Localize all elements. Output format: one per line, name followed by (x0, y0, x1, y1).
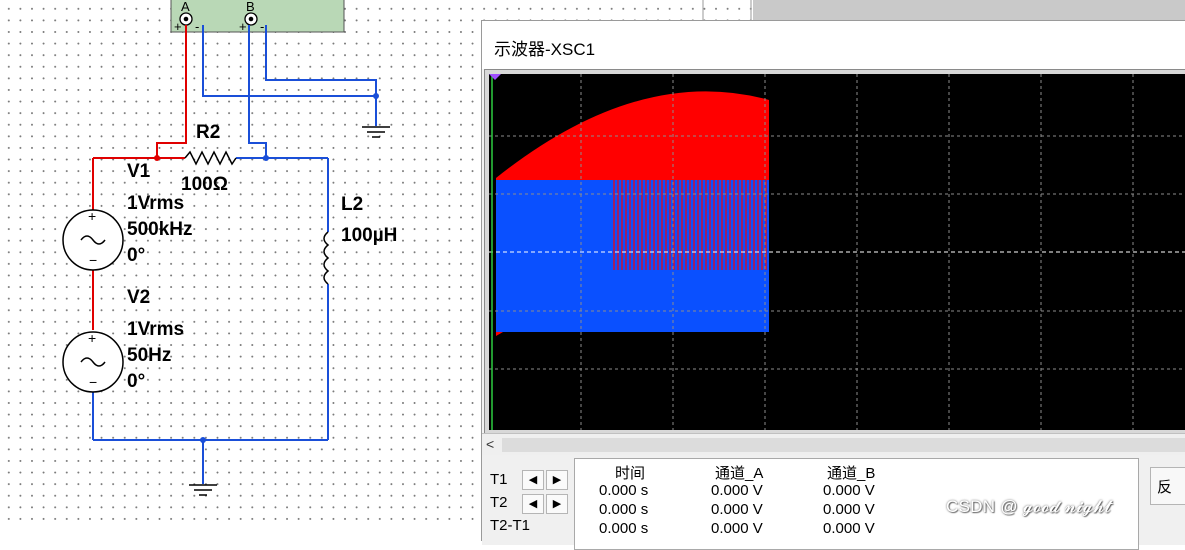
window-title: 示波器-XSC1 (494, 40, 596, 59)
header-time: 时间 (615, 465, 646, 482)
l2-name: L2 (341, 194, 363, 215)
t1-left-arrow-button[interactable]: ◀ (522, 470, 544, 490)
reverse-button-label: 反 (1157, 479, 1173, 496)
l2-value: 100µH (341, 225, 397, 246)
scope-display-frame (484, 69, 1185, 435)
v1-amplitude: 1Vrms (127, 193, 184, 214)
probe-b-plus: + (239, 19, 247, 34)
r2-name: R2 (196, 122, 220, 143)
window-titlebar[interactable]: 示波器-XSC1 (482, 21, 1185, 69)
oscilloscope-window[interactable]: 示波器-XSC1 < T1 T2 T2-T1 ◀ ▶ ◀ ▶ 时间 通道_A 通… (481, 20, 1185, 550)
svg-text:−: − (89, 374, 97, 390)
ground-icon (189, 484, 217, 496)
scope-screen[interactable] (489, 74, 1185, 430)
header-channel-a: 通道_A (715, 465, 764, 482)
cursor-t2-label: T2 (490, 494, 508, 511)
resistor-r2[interactable]: R2 100Ω (181, 122, 237, 195)
v1-phase: 0° (127, 245, 145, 266)
probe-a-label: A (181, 0, 190, 14)
scroll-left-arrow-icon[interactable]: < (486, 436, 494, 452)
svg-text:−: − (89, 252, 97, 268)
inductor-l2[interactable]: L2 100µH (323, 194, 397, 285)
v2-frequency: 50Hz (127, 345, 171, 366)
background-window (753, 0, 1185, 20)
t2-right-arrow-button[interactable]: ▶ (546, 494, 568, 514)
probe-a-plus: + (174, 19, 182, 34)
v1-frequency: 500kHz (127, 219, 193, 240)
r2-value: 100Ω (181, 174, 228, 195)
header-channel-b: 通道_B (827, 465, 876, 482)
delta-channel-a: 0.000 V (711, 520, 763, 537)
v1-name: V1 (127, 161, 151, 182)
ac-source-v1[interactable]: + − V1 1Vrms 500kHz 0° (62, 161, 193, 271)
probe-a-minus: - (195, 19, 199, 34)
svg-text:+: + (88, 208, 96, 224)
scrollbar-track[interactable] (502, 438, 1185, 452)
t2-left-arrow-button[interactable]: ◀ (522, 494, 544, 514)
delta-channel-b: 0.000 V (823, 520, 875, 537)
oscilloscope-instrument-symbol[interactable]: A B + - + - (170, 0, 345, 34)
reverse-button[interactable]: 反 (1150, 467, 1185, 505)
t1-time: 0.000 s (599, 482, 649, 499)
svg-text:+: + (88, 330, 96, 346)
ac-source-v2[interactable]: + − V2 1Vrms 50Hz 0° (62, 287, 184, 393)
delta-time: 0.000 s (599, 520, 649, 537)
v2-amplitude: 1Vrms (127, 319, 184, 340)
cursor-t1-label: T1 (490, 471, 508, 488)
t1-channel-b: 0.000 V (823, 482, 875, 499)
t1-right-arrow-button[interactable]: ▶ (546, 470, 568, 490)
probe-b-minus: - (260, 19, 264, 34)
v2-phase: 0° (127, 371, 145, 392)
horizontal-scrollbar[interactable]: < (482, 433, 1185, 456)
channel-b-trace (496, 180, 769, 332)
cursor-delta-label: T2-T1 (490, 517, 531, 534)
t1-channel-a: 0.000 V (711, 482, 763, 499)
t2-channel-b: 0.000 V (823, 501, 875, 518)
t2-time: 0.000 s (599, 501, 649, 518)
t2-channel-a: 0.000 V (711, 501, 763, 518)
probe-b-label: B (246, 0, 255, 14)
ground-icon (362, 126, 390, 138)
watermark: CSDN @ 𝓰𝓸𝓸𝓭 𝓷𝓲𝓰𝓱𝓽 (946, 497, 1112, 516)
v2-name: V2 (127, 287, 150, 308)
